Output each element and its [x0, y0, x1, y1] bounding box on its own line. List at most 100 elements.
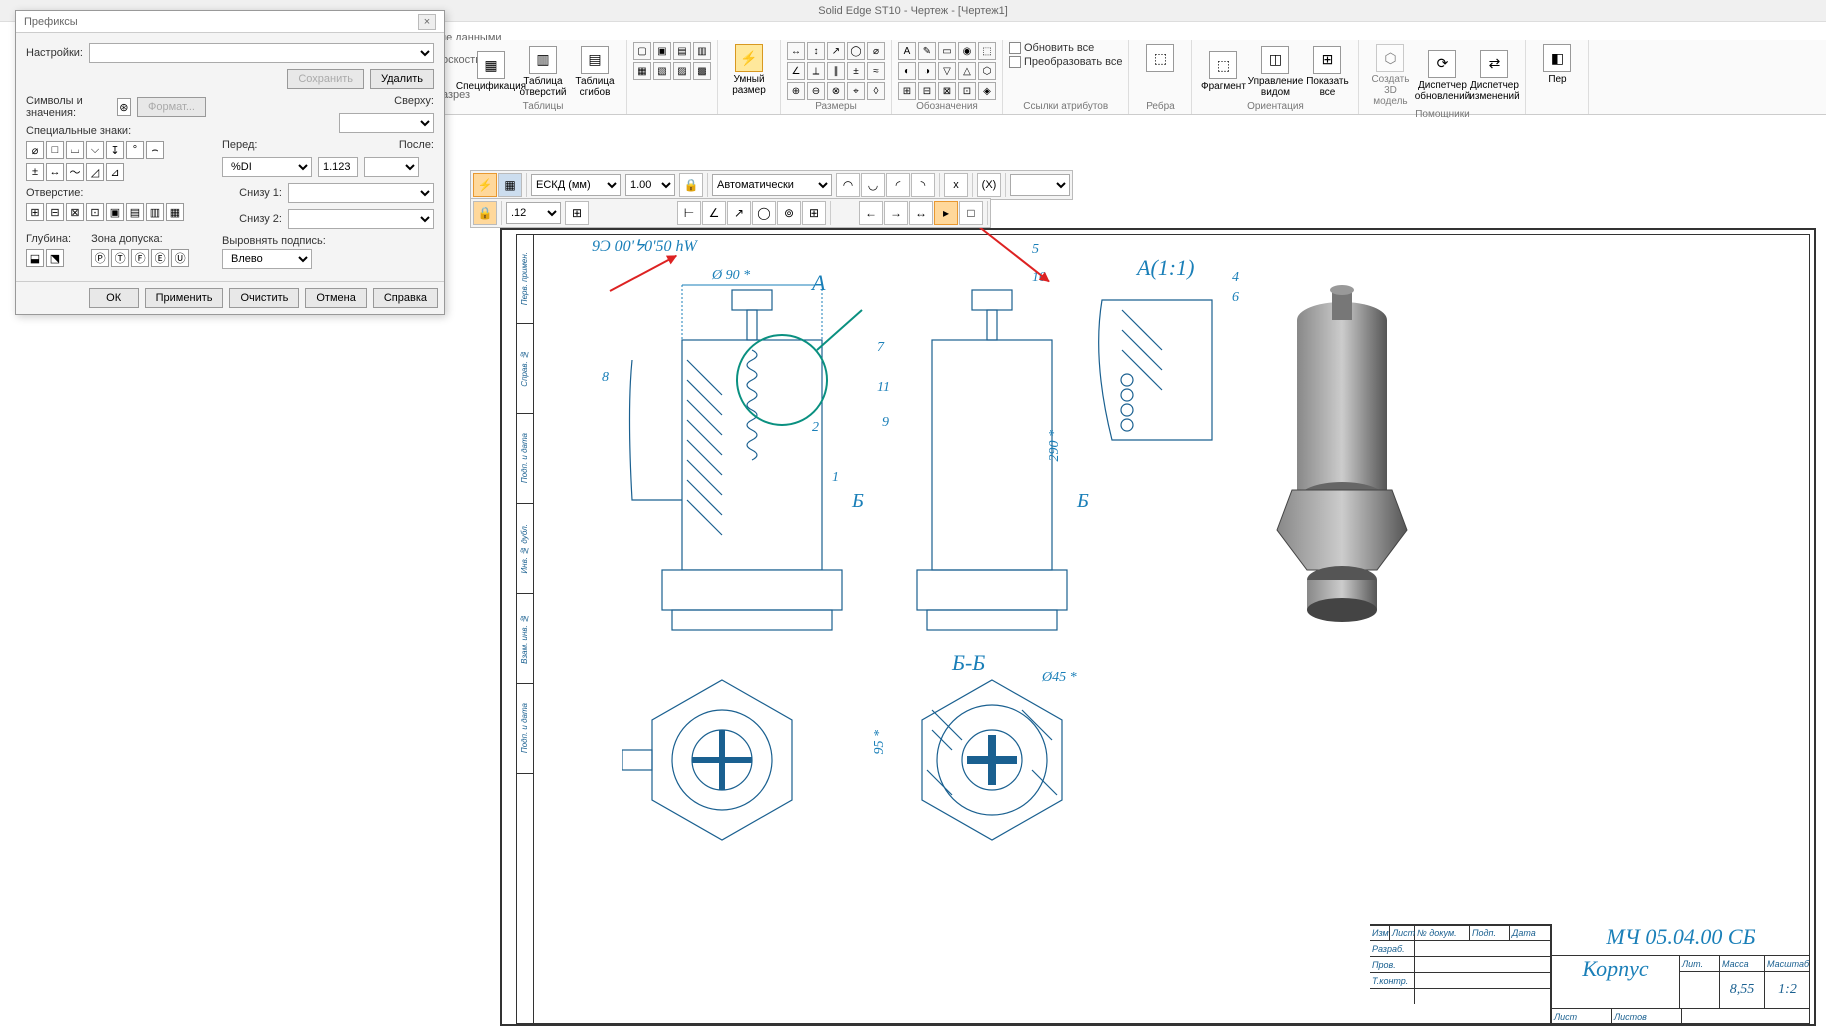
annot-icon[interactable]: ✎: [918, 42, 936, 60]
save-settings-button[interactable]: Сохранить: [287, 69, 364, 89]
below1-select[interactable]: [288, 183, 434, 203]
dialog-close-button[interactable]: ×: [418, 14, 436, 30]
clear-button[interactable]: Очистить: [229, 288, 299, 308]
settings-select[interactable]: [89, 43, 434, 63]
zone-sym[interactable]: Ⓣ: [111, 249, 129, 267]
sym-between[interactable]: ↔: [46, 163, 64, 181]
annot-icon[interactable]: ◐: [898, 62, 916, 80]
misc-icon[interactable]: ▤: [673, 42, 691, 60]
ft-lock2-button[interactable]: 🔒: [473, 201, 497, 225]
hole-sym[interactable]: ▤: [126, 203, 144, 221]
drawing-canvas[interactable]: Перв. примен. Справ. № Подп. и дата Инв.…: [460, 118, 1824, 1026]
annot-icon[interactable]: ▭: [938, 42, 956, 60]
ft-dim4-button[interactable]: ◯: [752, 201, 776, 225]
misc-icon[interactable]: ▣: [653, 42, 671, 60]
misc-icon[interactable]: ▧: [653, 62, 671, 80]
dim-icon[interactable]: ⌖: [847, 82, 865, 100]
before-select[interactable]: %DI: [222, 157, 312, 177]
dim-icon[interactable]: ∥: [827, 62, 845, 80]
spec-button[interactable]: ▦Спецификация: [466, 49, 516, 94]
zone-sym[interactable]: Ⓟ: [91, 249, 109, 267]
misc-icon[interactable]: ▢: [633, 42, 651, 60]
ft-dim2-button[interactable]: ∠: [702, 201, 726, 225]
depth-sym[interactable]: ⬔: [46, 249, 64, 267]
scale-select[interactable]: 1.00: [625, 174, 675, 196]
dim-icon[interactable]: ∠: [787, 62, 805, 80]
zone-sym[interactable]: Ⓤ: [171, 249, 189, 267]
annot-icon[interactable]: ◉: [958, 42, 976, 60]
dim-icon[interactable]: ⌀: [867, 42, 885, 60]
cancel-button[interactable]: Отмена: [305, 288, 366, 308]
sym-depth[interactable]: ↧: [106, 141, 124, 159]
hole-sym[interactable]: ▥: [146, 203, 164, 221]
ft-arc4-button[interactable]: ◝: [911, 173, 935, 197]
misc-icon[interactable]: ▨: [673, 62, 691, 80]
annot-icon[interactable]: A: [898, 42, 916, 60]
delete-settings-button[interactable]: Удалить: [370, 69, 434, 89]
dim-icon[interactable]: ±: [847, 62, 865, 80]
change-mgr-button[interactable]: ⇄Диспетчер изменений: [1469, 48, 1519, 104]
dim-icon[interactable]: ⊕: [787, 82, 805, 100]
zone-sym[interactable]: Ⓔ: [151, 249, 169, 267]
sym-counterbore[interactable]: ⌴: [66, 141, 84, 159]
ft-x-button[interactable]: x: [944, 173, 968, 197]
ft-arr3-button[interactable]: ↔: [909, 201, 933, 225]
sym-taper[interactable]: ⊿: [106, 163, 124, 181]
dim-icon[interactable]: ⊖: [807, 82, 825, 100]
ft-props-button[interactable]: ⊞: [565, 201, 589, 225]
format-button[interactable]: Формат...: [137, 97, 206, 117]
misc-icon[interactable]: ▥: [693, 42, 711, 60]
ft-dim5-button[interactable]: ⊚: [777, 201, 801, 225]
dim-icon[interactable]: ⊗: [827, 82, 845, 100]
symbol-link-icon[interactable]: ⊛: [117, 98, 131, 116]
sym-degree[interactable]: °: [126, 141, 144, 159]
ft-arr2-button[interactable]: →: [884, 201, 908, 225]
sym-diameter[interactable]: ⌀: [26, 141, 44, 159]
ft-arr4-button[interactable]: ▸: [934, 201, 958, 225]
hole-sym[interactable]: ⊟: [46, 203, 64, 221]
standard-select[interactable]: ЕСКД (мм): [531, 174, 621, 196]
sym-countersink[interactable]: ⌵: [86, 141, 104, 159]
hole-table-button[interactable]: ▥Таблица отверстий: [518, 44, 568, 100]
ft-arr5-button[interactable]: □: [959, 201, 983, 225]
annot-icon[interactable]: ⬡: [978, 62, 996, 80]
ft-dim1-button[interactable]: ⊢: [677, 201, 701, 225]
annot-icon[interactable]: ⊞: [898, 82, 916, 100]
depth-sym[interactable]: ⬓: [26, 249, 44, 267]
annot-icon[interactable]: ⊠: [938, 82, 956, 100]
ft-grid-button[interactable]: ▦: [498, 173, 522, 197]
dim-icon[interactable]: ↔: [787, 42, 805, 60]
hole-sym[interactable]: ⊠: [66, 203, 84, 221]
update-mgr-button[interactable]: ⟳Диспетчер обновлений: [1417, 48, 1467, 104]
manage-view-button[interactable]: ◫Управление видом: [1250, 44, 1300, 100]
annot-icon[interactable]: ⊟: [918, 82, 936, 100]
layer-select[interactable]: .12: [506, 202, 561, 224]
annot-icon[interactable]: ⬚: [978, 42, 996, 60]
dim-icon[interactable]: ◯: [847, 42, 865, 60]
hole-sym[interactable]: ▣: [106, 203, 124, 221]
edges-button[interactable]: ⬚: [1135, 42, 1185, 76]
ft-arc3-button[interactable]: ◜: [886, 173, 910, 197]
align-select[interactable]: Влево: [222, 249, 312, 269]
hole-sym[interactable]: ⊡: [86, 203, 104, 221]
dim-icon[interactable]: ↕: [807, 42, 825, 60]
misc-icon[interactable]: ▦: [633, 62, 651, 80]
annot-icon[interactable]: ⊡: [958, 82, 976, 100]
ft-lock-button[interactable]: 🔒: [679, 173, 703, 197]
bend-table-button[interactable]: ▤Таблица сгибов: [570, 44, 620, 100]
dim-icon[interactable]: ≈: [867, 62, 885, 80]
convert-all-button[interactable]: Преобразовать все: [1009, 56, 1122, 68]
apply-button[interactable]: Применить: [145, 288, 224, 308]
ft-arr1-button[interactable]: ←: [859, 201, 883, 225]
below2-select[interactable]: [288, 209, 434, 229]
dim-icon[interactable]: ⟂: [807, 62, 825, 80]
sym-plusminus[interactable]: ±: [26, 163, 44, 181]
super-input[interactable]: [318, 157, 358, 177]
last-button[interactable]: ◧Пер: [1532, 42, 1582, 87]
misc-icon[interactable]: ▩: [693, 62, 711, 80]
zone-sym[interactable]: Ⓕ: [131, 249, 149, 267]
smart-dim-button[interactable]: ⚡Умный размер: [724, 42, 774, 98]
dim-icon[interactable]: ↗: [827, 42, 845, 60]
ft-end-select[interactable]: [1010, 174, 1070, 196]
ft-arc2-button[interactable]: ◡: [861, 173, 885, 197]
